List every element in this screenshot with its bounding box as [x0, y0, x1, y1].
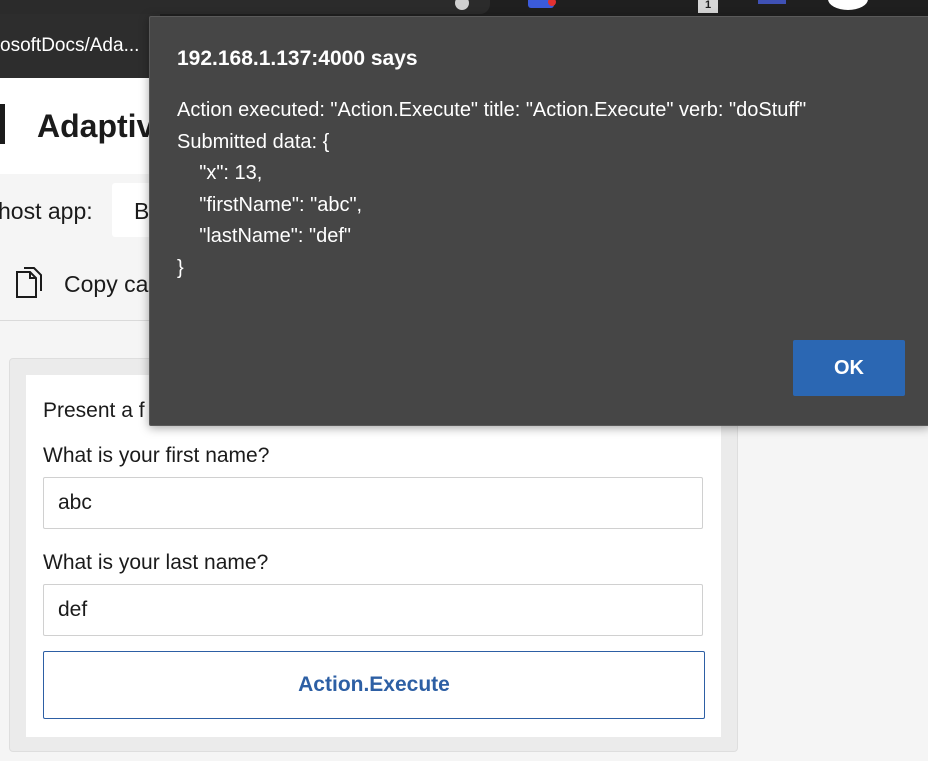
extension-badge-icon[interactable]: 1: [698, 0, 718, 13]
dialog-title: 192.168.1.137:4000 says: [177, 47, 418, 70]
last-name-label: What is your last name?: [43, 551, 269, 574]
copy-card-button[interactable]: Copy ca: [14, 264, 148, 304]
address-bar-icon[interactable]: [455, 0, 469, 10]
host-app-label: host app:: [0, 198, 93, 224]
card-intro-text: Present a f: [43, 399, 145, 422]
header-accent-bar: [0, 104, 5, 144]
last-name-input[interactable]: [43, 584, 703, 636]
ok-button[interactable]: OK: [793, 340, 905, 396]
action-execute-button[interactable]: Action.Execute: [43, 651, 705, 719]
dialog-message: Action executed: "Action.Execute" title:…: [177, 99, 807, 279]
copy-icon: [16, 267, 42, 298]
browser-tab[interactable]: osoftDocs/Ada...: [0, 14, 160, 78]
host-app-value: B: [134, 198, 150, 224]
address-bar[interactable]: [0, 0, 490, 14]
copy-card-label: Copy ca: [64, 270, 149, 297]
browser-top-bar: 1: [0, 0, 928, 14]
extension-icon[interactable]: [528, 0, 556, 8]
page-title: Adaptiv: [37, 108, 155, 144]
extension-icon-2[interactable]: [758, 0, 786, 4]
extension-badge-dot: [548, 0, 556, 6]
first-name-label: What is your first name?: [43, 444, 270, 467]
first-name-input[interactable]: [43, 477, 703, 529]
alert-dialog: 192.168.1.137:4000 says Action executed:…: [149, 16, 928, 426]
adaptive-card: Present a f What is your first name? Wha…: [26, 375, 721, 737]
profile-avatar[interactable]: [828, 0, 868, 10]
